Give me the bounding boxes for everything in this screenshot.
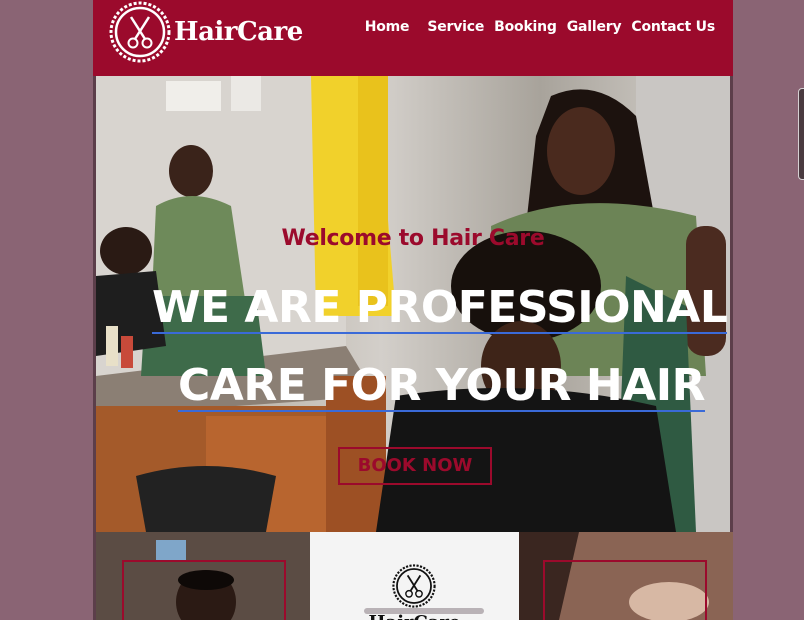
hero-subtitle: Welcome to Hair Care — [281, 226, 545, 251]
card-logo: HairCare — [310, 532, 519, 620]
nav-home[interactable]: Home — [365, 19, 410, 35]
navbar: HairCare Home Service Booking Gallery Co… — [93, 0, 733, 76]
brand-name[interactable]: HairCare — [174, 17, 303, 47]
nav-service[interactable]: Service — [427, 19, 484, 35]
card-frame-1 — [122, 560, 286, 620]
nav-contact-us[interactable]: Contact Us — [631, 19, 715, 35]
nav-booking[interactable]: Booking — [494, 19, 557, 35]
main-nav: Home Service Booking Gallery Contact Us — [365, 19, 715, 35]
hero-title-line-2: CARE FOR YOUR HAIR — [178, 360, 706, 412]
card-hair-image — [519, 532, 733, 620]
vertical-scrollbar[interactable] — [798, 88, 804, 180]
hero-title-line-1: WE ARE PROFESSIONAL — [152, 282, 728, 334]
card-barber-image — [96, 532, 310, 620]
service-cards: HairCare — [96, 532, 733, 620]
page: HairCare Home Service Booking Gallery Co… — [93, 0, 733, 620]
hero-section: Welcome to Hair Care WE ARE PROFESSIONAL… — [96, 76, 730, 532]
scissors-logo-icon[interactable] — [109, 1, 171, 63]
nav-gallery[interactable]: Gallery — [567, 19, 622, 35]
horizontal-scrollbar[interactable] — [364, 608, 484, 614]
book-now-button[interactable]: BOOK NOW — [338, 447, 492, 485]
card-frame-3 — [543, 560, 707, 620]
scissors-logo-icon — [392, 564, 436, 608]
